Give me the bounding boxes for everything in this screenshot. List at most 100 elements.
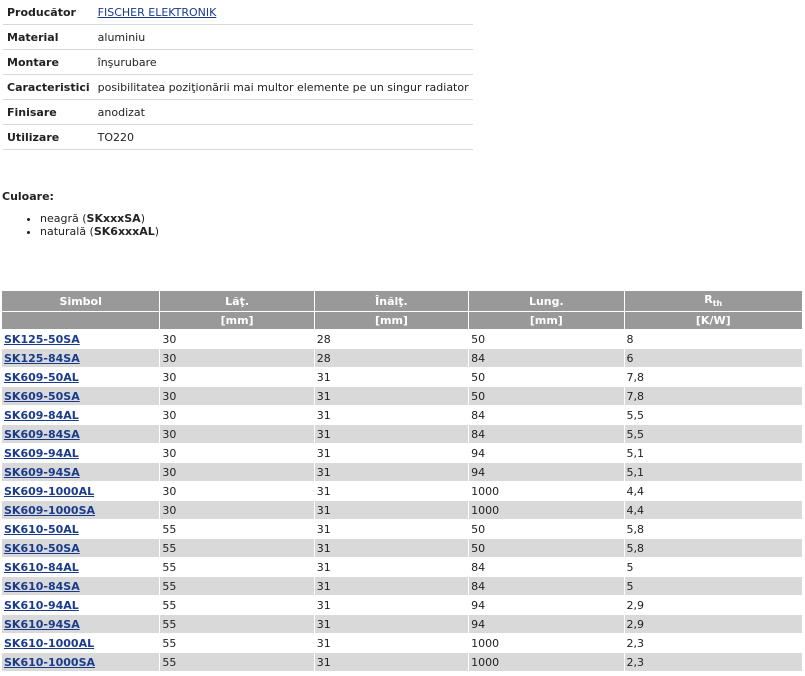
height-cell: 31 bbox=[314, 386, 470, 405]
col-header-height: Înălţ. bbox=[314, 291, 470, 311]
product-link[interactable]: SK610-94AL bbox=[4, 599, 79, 612]
symbol-cell: SK609-94SA bbox=[2, 462, 161, 481]
width-cell: 55 bbox=[160, 538, 315, 557]
product-link[interactable]: SK610-50SA bbox=[4, 542, 80, 555]
length-cell: 84 bbox=[469, 424, 625, 443]
width-cell: 55 bbox=[160, 652, 315, 671]
attribute-label: Material bbox=[3, 24, 94, 50]
color-list: neagră (SKxxxSA)naturală (SK6xxxAL) bbox=[2, 212, 159, 238]
table-row: SK610-94SA 55 31 94 2,9 bbox=[2, 614, 802, 633]
attribute-label: Caracteristici bbox=[3, 74, 94, 100]
table-row: SK609-94AL 30 31 94 5,1 bbox=[2, 443, 802, 462]
product-link[interactable]: SK610-94SA bbox=[4, 618, 80, 631]
table-row: SK609-94SA 30 31 94 5,1 bbox=[2, 462, 802, 481]
product-link[interactable]: SK610-50AL bbox=[4, 523, 79, 536]
table-row: SK609-1000AL 30 31 1000 4,4 bbox=[2, 481, 802, 500]
rth-cell: 5,1 bbox=[624, 462, 802, 481]
product-link[interactable]: SK125-84SA bbox=[4, 352, 80, 365]
table-row: SK609-50AL 30 31 50 7,8 bbox=[2, 367, 802, 386]
length-cell: 84 bbox=[469, 348, 625, 367]
attribute-row: Caracteristici posibilitatea poziţionării… bbox=[3, 74, 473, 100]
attribute-value: FISCHER ELEKTRONIK bbox=[93, 0, 473, 25]
table-row: SK610-94AL 55 31 94 2,9 bbox=[2, 595, 802, 614]
width-cell: 30 bbox=[160, 329, 315, 348]
rth-cell: 2,9 bbox=[624, 614, 802, 633]
products-body: SK125-50SA 30 28 50 8 SK125-84SA 30 28 84 6 SK609-… bbox=[2, 329, 802, 671]
product-attributes-table: Producător FISCHER ELEKTRONIK Material alum… bbox=[3, 0, 473, 150]
product-link[interactable]: SK609-50SA bbox=[4, 390, 80, 403]
width-cell: 30 bbox=[160, 443, 315, 462]
height-cell: 31 bbox=[314, 424, 470, 443]
table-row: SK609-50SA 30 31 50 7,8 bbox=[2, 386, 802, 405]
width-cell: 55 bbox=[160, 633, 315, 652]
symbol-cell: SK610-1000SA bbox=[2, 652, 161, 671]
product-link[interactable]: SK609-84AL bbox=[4, 409, 79, 422]
product-link[interactable]: SK609-94AL bbox=[4, 447, 79, 460]
width-cell: 30 bbox=[160, 462, 315, 481]
color-code: SKxxxSA bbox=[86, 212, 141, 225]
product-link[interactable]: SK609-50AL bbox=[4, 371, 79, 384]
attribute-label: Finisare bbox=[3, 99, 94, 125]
rth-cell: 5,5 bbox=[624, 405, 802, 424]
table-row: SK610-84SA 55 31 84 5 bbox=[2, 576, 802, 595]
height-cell: 31 bbox=[314, 652, 470, 671]
height-cell: 31 bbox=[314, 462, 470, 481]
height-cell: 31 bbox=[314, 633, 470, 652]
attribute-value: anodizat bbox=[93, 99, 473, 125]
unit-width: [mm] bbox=[160, 311, 315, 329]
rth-cell: 5,1 bbox=[624, 443, 802, 462]
symbol-cell: SK610-94AL bbox=[2, 595, 161, 614]
col-header-rth: Rth bbox=[624, 291, 802, 311]
product-link[interactable]: SK609-94SA bbox=[4, 466, 80, 479]
product-link[interactable]: SK610-84SA bbox=[4, 580, 80, 593]
symbol-cell: SK610-94SA bbox=[2, 614, 161, 633]
rth-cell: 2,3 bbox=[624, 652, 802, 671]
product-link[interactable]: SK609-84SA bbox=[4, 428, 80, 441]
width-cell: 55 bbox=[160, 595, 315, 614]
height-cell: 31 bbox=[314, 538, 470, 557]
width-cell: 55 bbox=[160, 519, 315, 538]
symbol-cell: SK609-50SA bbox=[2, 386, 161, 405]
length-cell: 50 bbox=[469, 386, 625, 405]
symbol-cell: SK610-84AL bbox=[2, 557, 161, 576]
color-name: naturală bbox=[40, 225, 87, 238]
attribute-row: Producător FISCHER ELEKTRONIK bbox=[3, 0, 473, 25]
table-row: SK125-50SA 30 28 50 8 bbox=[2, 329, 802, 348]
height-cell: 31 bbox=[314, 500, 470, 519]
product-link[interactable]: SK610-1000SA bbox=[4, 656, 95, 669]
unit-rth: [K/W] bbox=[624, 311, 802, 329]
height-cell: 31 bbox=[314, 595, 470, 614]
symbol-cell: SK609-1000SA bbox=[2, 500, 161, 519]
manufacturer-link[interactable]: FISCHER ELEKTRONIK bbox=[98, 6, 217, 19]
rth-cell: 8 bbox=[624, 329, 802, 348]
product-link[interactable]: SK125-50SA bbox=[4, 333, 80, 346]
rth-cell: 7,8 bbox=[624, 367, 802, 386]
width-cell: 55 bbox=[160, 576, 315, 595]
rth-cell: 5,8 bbox=[624, 519, 802, 538]
product-link[interactable]: SK610-84AL bbox=[4, 561, 79, 574]
table-row: SK609-84AL 30 31 84 5,5 bbox=[2, 405, 802, 424]
length-cell: 1000 bbox=[469, 652, 625, 671]
symbol-cell: SK609-1000AL bbox=[2, 481, 161, 500]
rth-cell: 5,8 bbox=[624, 538, 802, 557]
rth-cell: 5 bbox=[624, 557, 802, 576]
color-code: SK6xxxAL bbox=[93, 225, 155, 238]
product-link[interactable]: SK609-1000AL bbox=[4, 485, 94, 498]
width-cell: 30 bbox=[160, 500, 315, 519]
symbol-cell: SK125-50SA bbox=[2, 329, 161, 348]
length-cell: 50 bbox=[469, 538, 625, 557]
table-row: SK125-84SA 30 28 84 6 bbox=[2, 348, 802, 367]
height-cell: 28 bbox=[314, 348, 470, 367]
col-header-symbol: Simbol bbox=[2, 291, 161, 311]
length-cell: 1000 bbox=[469, 500, 625, 519]
symbol-cell: SK609-84AL bbox=[2, 405, 161, 424]
product-link[interactable]: SK610-1000AL bbox=[4, 637, 94, 650]
length-cell: 1000 bbox=[469, 633, 625, 652]
height-cell: 31 bbox=[314, 481, 470, 500]
unit-length: [mm] bbox=[469, 311, 625, 329]
table-row: SK610-1000SA 55 31 1000 2,3 bbox=[2, 652, 802, 671]
product-link[interactable]: SK609-1000SA bbox=[4, 504, 95, 517]
attribute-label: Utilizare bbox=[3, 124, 94, 150]
attribute-row: Montare înşurubare bbox=[3, 49, 473, 75]
length-cell: 84 bbox=[469, 576, 625, 595]
